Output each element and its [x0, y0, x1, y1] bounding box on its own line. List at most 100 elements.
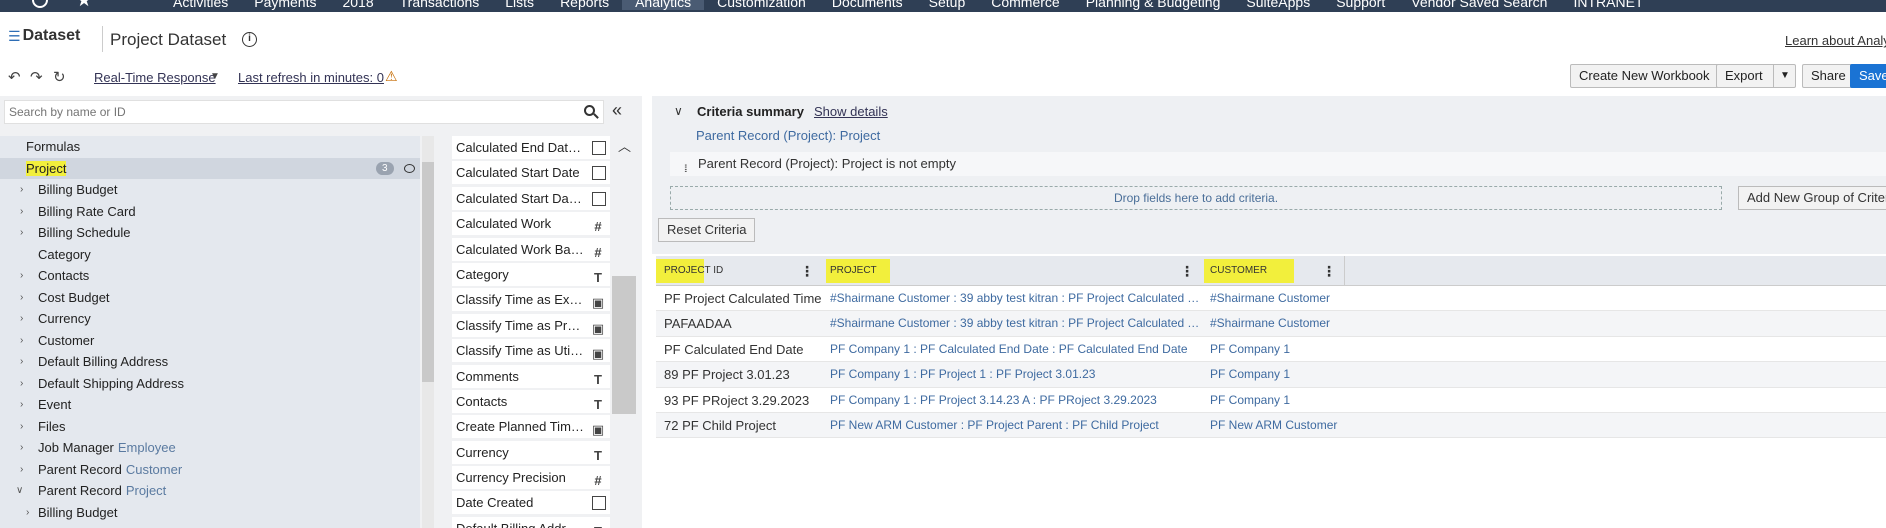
nav-item-planning-budgeting[interactable]: Planning & Budgeting [1073, 0, 1234, 10]
tree-item[interactable]: › Billing Schedule [0, 222, 420, 244]
chevron-right-icon[interactable]: › [20, 459, 23, 481]
field-item[interactable]: Calculated End Date B... [452, 136, 610, 159]
chevron-right-icon[interactable]: › [20, 287, 23, 309]
tree-item[interactable]: › Files [0, 416, 420, 438]
field-item[interactable]: Currency Precision # [452, 466, 610, 490]
nav-item-support[interactable]: Support [1323, 0, 1398, 10]
field-item[interactable]: Calculated Work # [452, 212, 610, 236]
chevron-right-icon[interactable]: › [20, 222, 23, 244]
nav-item-customization[interactable]: Customization [704, 0, 819, 10]
cell-project-link[interactable]: PF Company 1 : PF Calculated End Date : … [822, 337, 1202, 362]
tree-item[interactable]: › Default Billing Address [0, 351, 420, 373]
tree-item[interactable]: › Contacts [0, 265, 420, 287]
tree-item[interactable]: › Job Manager Employee [0, 437, 420, 459]
cell-project-link[interactable]: PF New ARM Customer : PF Project Parent … [822, 413, 1202, 438]
home-icon[interactable] [32, 0, 48, 8]
chevron-right-icon[interactable]: › [20, 416, 23, 438]
search-input[interactable] [5, 101, 565, 123]
tree-item[interactable]: Project 3 [0, 157, 420, 179]
save-button[interactable]: Save [1850, 64, 1886, 88]
field-item[interactable]: Classify Time as Prod... ▣ [452, 313, 610, 337]
field-item[interactable]: Calculated Work Basel... # [452, 237, 610, 261]
cell-project-link[interactable]: #Shairmane Customer : 39 abby test kitra… [822, 286, 1202, 311]
add-new-group-button[interactable]: Add New Group of Criteria [1738, 186, 1886, 210]
column-menu-icon[interactable]: ⋮ [1322, 256, 1336, 286]
tree-scroll-thumb[interactable] [422, 162, 434, 382]
cell-project-link[interactable]: PF Company 1 : PF Project 1 : PF Project… [822, 362, 1202, 387]
nav-item-payments[interactable]: Payments [241, 0, 329, 10]
reset-criteria-button[interactable]: Reset Criteria [658, 218, 756, 242]
tree-item[interactable]: › Billing Rate Card [0, 201, 420, 223]
nav-item-analytics[interactable]: Analytics [622, 0, 705, 10]
tree-item[interactable]: › Customer [0, 330, 420, 352]
nav-item-setup[interactable]: Setup [916, 0, 979, 10]
nav-item-intranet[interactable]: INTRANET [1560, 0, 1656, 10]
chevron-down-icon[interactable]: ∨ [16, 480, 23, 502]
field-item[interactable]: Calculated Start Date [452, 161, 610, 185]
field-item[interactable]: Create Planned Time ... ▣ [452, 415, 610, 439]
tree-item[interactable]: ∨ Parent Record Project [0, 480, 420, 502]
nav-item-vendor-saved-search[interactable]: Vendor Saved Search [1398, 0, 1560, 10]
response-mode-dropdown[interactable]: Real-Time Response [94, 70, 216, 85]
nav-item-lists[interactable]: Lists [492, 0, 547, 10]
nav-item-documents[interactable]: Documents [819, 0, 916, 10]
nav-item-suiteapps[interactable]: SuiteApps [1233, 0, 1323, 10]
tree-item[interactable]: › Billing Budget [0, 179, 420, 201]
warning-icon[interactable]: ⚠ [385, 68, 398, 85]
criteria-drop-zone[interactable]: Drop fields here to add criteria. [670, 186, 1722, 210]
field-item[interactable]: Classify Time as Exempt ▣ [452, 288, 610, 312]
cell-customer-link[interactable]: PF Company 1 [1202, 362, 1402, 387]
field-item[interactable]: Comments T [452, 364, 610, 388]
tree-item[interactable]: › Cost Budget [0, 287, 420, 309]
column-header-project[interactable]: Project ⋮ [822, 256, 1202, 286]
chevron-down-icon[interactable]: ∨ [674, 104, 683, 118]
tree-item[interactable]: › Event [0, 394, 420, 416]
nav-item-2018[interactable]: 2018 [329, 0, 386, 10]
field-item[interactable]: Classify Time as Utilized ▣ [452, 339, 610, 363]
chevron-right-icon[interactable]: › [20, 179, 23, 201]
learn-about-analytics-link[interactable]: Learn about Analytics [1785, 33, 1886, 48]
star-icon[interactable]: ★ [76, 0, 92, 11]
chevron-down-icon[interactable]: ▼ [210, 71, 220, 82]
column-header-customer[interactable]: Customer ⋮ [1202, 256, 1344, 286]
field-scroll-thumb[interactable] [612, 276, 636, 414]
refresh-icon[interactable]: ↻ [53, 68, 66, 86]
tree-item[interactable]: Category [0, 244, 420, 266]
tree-item[interactable]: › Currency [0, 308, 420, 330]
redo-icon[interactable]: ↷ [30, 68, 43, 86]
cell-customer-link[interactable]: PF Company 1 [1202, 337, 1402, 362]
column-menu-icon[interactable]: ⋮ [1180, 256, 1194, 286]
chevron-right-icon[interactable]: › [20, 373, 23, 395]
nav-item-reports[interactable]: Reports [547, 0, 622, 10]
tree-item[interactable]: › Parent Record Customer [0, 459, 420, 481]
show-details-link[interactable]: Show details [814, 104, 888, 119]
column-header-project-id[interactable]: Project ID ⋮ [656, 256, 822, 286]
nav-item-commerce[interactable]: Commerce [978, 0, 1072, 10]
tree-scrollbar[interactable] [422, 136, 434, 528]
cell-customer-link[interactable]: #Shairmane Customer [1202, 311, 1402, 336]
cell-customer-link[interactable]: PF New ARM Customer [1202, 413, 1402, 438]
column-menu-icon[interactable]: ⋮ [800, 256, 814, 286]
chevron-right-icon[interactable]: › [26, 502, 29, 524]
field-item[interactable]: Calculated Start Date ... [452, 186, 610, 210]
chevron-right-icon[interactable]: › [20, 394, 23, 416]
search-icon[interactable] [584, 105, 595, 116]
last-refresh-link[interactable]: Last refresh in minutes: 0 [238, 70, 384, 85]
field-item[interactable]: Default Billing Address T [452, 516, 610, 528]
tree-item[interactable]: › Default Shipping Address [0, 373, 420, 395]
field-item[interactable]: Date Created [452, 491, 610, 515]
export-button[interactable]: Export ▼ [1716, 64, 1796, 88]
tree-item[interactable]: Formulas [0, 136, 420, 158]
field-item[interactable]: Contacts T [452, 389, 610, 413]
tree-item[interactable]: › Billing Budget [0, 502, 420, 524]
chevron-right-icon[interactable]: › [20, 351, 23, 373]
criteria-rule[interactable]: ⁞⁞ Parent Record (Project): Project is n… [670, 152, 1886, 176]
collapse-panel-icon[interactable]: « [612, 100, 622, 121]
nav-item-transactions[interactable]: Transactions [387, 0, 493, 10]
chevron-right-icon[interactable]: › [20, 265, 23, 287]
chevron-right-icon[interactable]: › [20, 437, 23, 459]
export-caret-icon[interactable]: ▼ [1773, 65, 1790, 87]
chevron-up-icon[interactable]: ︿ [618, 136, 631, 155]
field-item[interactable]: Currency T [452, 440, 610, 464]
share-button[interactable]: Share [1802, 64, 1855, 88]
